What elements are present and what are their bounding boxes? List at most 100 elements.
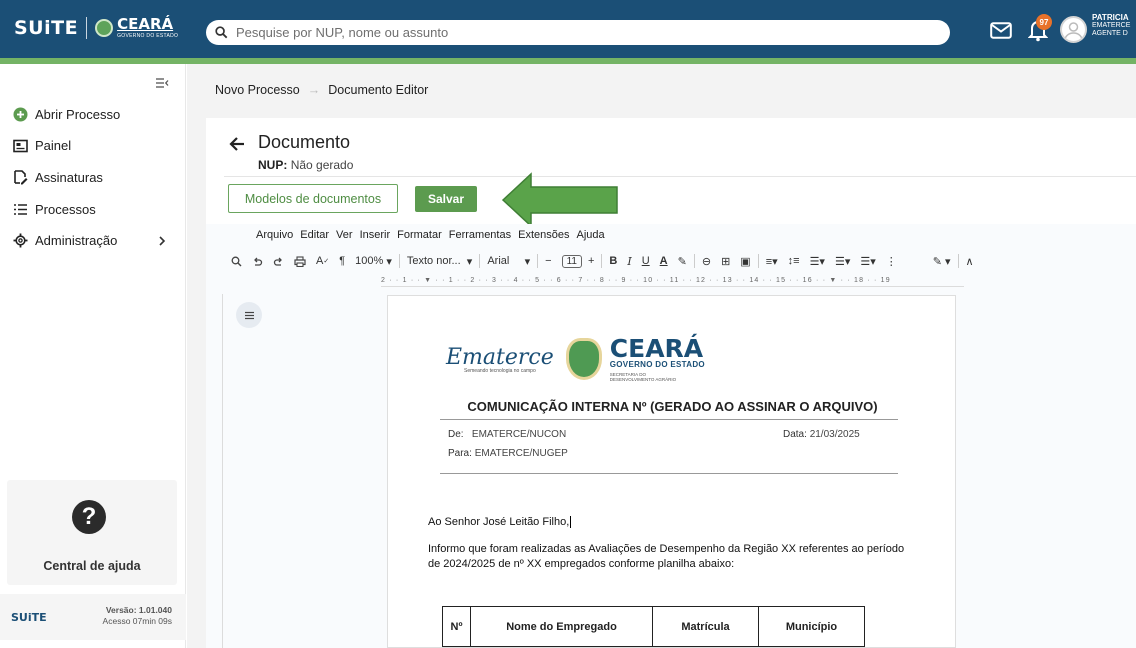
date-value: 21/03/2025 bbox=[809, 429, 860, 440]
underline-icon[interactable]: U bbox=[642, 255, 650, 267]
font-size-input[interactable]: 11 bbox=[561, 254, 582, 268]
highlight-icon[interactable]: ✎ bbox=[678, 255, 687, 268]
italic-icon[interactable]: I bbox=[627, 255, 631, 268]
page-title: Documento bbox=[258, 132, 351, 152]
checklist-icon[interactable]: ☰▾ bbox=[810, 255, 825, 268]
mail-icon[interactable] bbox=[990, 22, 1012, 39]
document-templates-button[interactable]: Modelos de documentos bbox=[228, 184, 398, 213]
increase-font-icon[interactable]: + bbox=[588, 255, 594, 267]
document-page[interactable]: Ematerce Semeando tecnologia no campo CE… bbox=[387, 295, 956, 648]
text-color-icon[interactable]: A bbox=[660, 255, 668, 267]
document-outline-button[interactable] bbox=[236, 302, 262, 328]
font-select[interactable]: Arial ▾ bbox=[487, 255, 530, 268]
sidebar-item-administracao[interactable]: Administração bbox=[13, 233, 173, 248]
search-menu-icon[interactable] bbox=[231, 256, 242, 267]
avatar[interactable] bbox=[1060, 16, 1087, 43]
print-icon[interactable] bbox=[294, 255, 306, 267]
divider bbox=[224, 176, 1136, 177]
table-header-cell: Município bbox=[758, 606, 865, 647]
ceara-text: CEARÁ bbox=[609, 334, 704, 363]
edit-mode-icon[interactable]: ✎ ▾ bbox=[933, 255, 951, 268]
document-divider bbox=[440, 473, 898, 474]
menu-ajuda[interactable]: Ajuda bbox=[576, 229, 604, 241]
bullet-list-icon[interactable]: ☰▾ bbox=[835, 255, 850, 268]
style-select[interactable]: Texto nor... ▾ bbox=[407, 255, 472, 268]
help-center-label: Central de ajuda bbox=[43, 559, 141, 573]
toolbar-divider bbox=[398, 254, 400, 268]
ematerce-logo-text: Ematerce bbox=[446, 344, 554, 370]
paint-format-icon[interactable]: ¶ bbox=[339, 255, 345, 267]
sidebar-item-processos[interactable]: Processos bbox=[13, 202, 96, 217]
to-label: Para: bbox=[448, 448, 472, 459]
collapse-sidebar-icon[interactable] bbox=[155, 77, 169, 89]
font-value: Arial bbox=[487, 255, 510, 267]
menu-inserir[interactable]: Inserir bbox=[360, 229, 391, 241]
save-button[interactable]: Salvar bbox=[415, 186, 477, 212]
version-brand: SUiTE bbox=[11, 611, 47, 624]
salutation-content: Ao Senhor José Leitão Filho, bbox=[428, 516, 570, 528]
document-divider bbox=[440, 419, 898, 420]
menu-ferramentas[interactable]: Ferramentas bbox=[449, 229, 511, 241]
sidebar-item-painel[interactable]: Painel bbox=[13, 138, 71, 153]
gov-logo-text: GOVERNO DO ESTADO bbox=[117, 33, 179, 39]
zoom-select[interactable]: 100% ▾ bbox=[355, 255, 392, 268]
bold-icon[interactable]: B bbox=[609, 255, 617, 267]
sidebar-item-label: Processos bbox=[35, 202, 96, 217]
menu-extensoes[interactable]: Extensões bbox=[518, 229, 569, 241]
table-header-cell: Matrícula bbox=[652, 606, 759, 647]
help-center-card[interactable]: ? Central de ajuda bbox=[7, 480, 177, 585]
editor-toolbar: A ✓ ¶ 100% ▾ Texto nor... ▾ Arial ▾ − 11 … bbox=[231, 251, 984, 271]
from-field: De: EMATERCE/NUCON bbox=[448, 429, 566, 440]
redo-icon[interactable] bbox=[273, 256, 284, 267]
menu-formatar[interactable]: Formatar bbox=[397, 229, 442, 241]
decrease-font-icon[interactable]: − bbox=[545, 255, 551, 267]
editor-menu-bar: Arquivo Editar Ver Inserir Formatar Ferr… bbox=[256, 229, 605, 241]
document-letterhead: Ematerce Semeando tecnologia no campo CE… bbox=[446, 336, 705, 383]
user-info[interactable]: PATRICIA EMATERCE AGENTE D bbox=[1092, 13, 1130, 38]
gov-text: GOVERNO DO ESTADO bbox=[609, 360, 705, 369]
toolbar-divider bbox=[479, 254, 481, 268]
numbered-list-icon[interactable]: ☰▾ bbox=[860, 255, 875, 268]
to-field: Para: EMATERCE/NUGEP bbox=[448, 448, 568, 459]
ematerce-logo: Ematerce Semeando tecnologia no campo bbox=[446, 345, 554, 374]
sidebar-item-abrir-processo[interactable]: Abrir Processo bbox=[13, 107, 120, 122]
date-field: Data: 21/03/2025 bbox=[783, 429, 860, 440]
user-org: EMATERCE bbox=[1092, 22, 1131, 30]
undo-icon[interactable] bbox=[252, 256, 263, 267]
sidebar-item-label: Abrir Processo bbox=[35, 107, 121, 122]
sidebar-item-assinaturas[interactable]: Assinaturas bbox=[13, 170, 103, 185]
search-bar[interactable] bbox=[206, 20, 950, 45]
search-input[interactable] bbox=[236, 25, 916, 40]
ceara-government-logo: CEARÁ GOVERNO DO ESTADO SECRETARIA DO DE… bbox=[610, 336, 705, 383]
menu-ver[interactable]: Ver bbox=[336, 229, 353, 241]
vertical-ruler bbox=[213, 294, 223, 648]
app-logo[interactable]: SUiTE CEARÁ GOVERNO DO ESTADO bbox=[14, 17, 178, 39]
link-icon[interactable]: ⊖ bbox=[702, 255, 711, 268]
nup-info: NUP: Não gerado bbox=[258, 158, 353, 172]
main-content: Novo Processo → Documento Editor Documen… bbox=[187, 64, 1136, 648]
table-header-cell: Nº bbox=[442, 606, 471, 647]
menu-arquivo[interactable]: Arquivo bbox=[256, 229, 293, 241]
date-label: Data: bbox=[783, 429, 807, 440]
ceara-seal-icon bbox=[565, 338, 602, 381]
line-spacing-icon[interactable]: ↕≡ bbox=[788, 255, 800, 267]
menu-editar[interactable]: Editar bbox=[300, 229, 329, 241]
secretaria-text: SECRETARIA DO DESENVOLVIMENTO AGRÁRIO bbox=[609, 372, 677, 383]
from-value: EMATERCE/NUCON bbox=[471, 429, 567, 440]
collapse-toolbar-icon[interactable]: ∧ bbox=[966, 255, 974, 268]
toolbar-divider bbox=[693, 254, 695, 268]
breadcrumb-novo-processo[interactable]: Novo Processo bbox=[215, 83, 300, 97]
spellcheck-icon[interactable]: A ✓ bbox=[316, 255, 329, 267]
version-text: Versão: 1.01.040 bbox=[105, 605, 172, 615]
image-icon[interactable]: ▣ bbox=[740, 255, 750, 268]
logo-divider bbox=[86, 17, 88, 39]
comment-icon[interactable]: ⊞ bbox=[721, 255, 730, 268]
question-icon: ? bbox=[72, 500, 106, 534]
toolbar-divider bbox=[757, 254, 759, 268]
salutation-text: Ao Senhor José Leitão Filho, bbox=[428, 516, 572, 529]
notification-badge: 97 bbox=[1036, 14, 1052, 30]
sidebar-item-label: Administração bbox=[35, 233, 118, 248]
back-arrow-icon[interactable] bbox=[229, 137, 245, 151]
align-icon[interactable]: ≡▾ bbox=[766, 255, 778, 268]
more-options-icon[interactable]: ⋮ bbox=[886, 255, 897, 268]
